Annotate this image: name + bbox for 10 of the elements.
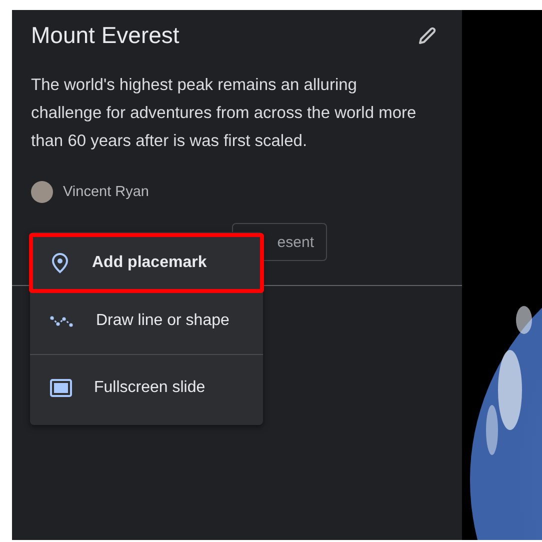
pencil-icon[interactable] bbox=[416, 24, 438, 46]
description-text: The world's highest peak remains an alluring challenge for adventures from across the world more than 60 years after is was first scaled. bbox=[31, 75, 418, 152]
avatar bbox=[31, 181, 53, 203]
location-pin-icon bbox=[50, 252, 70, 274]
author-name: Vincent Ryan bbox=[63, 184, 149, 200]
menu-item[interactable]: Fullscreen slide bbox=[30, 359, 263, 417]
slide-icon bbox=[50, 379, 72, 397]
menu-item[interactable]: Draw line or shape bbox=[30, 292, 263, 350]
panel-title: Mount Everest bbox=[31, 22, 180, 49]
polyline-icon bbox=[50, 314, 74, 328]
